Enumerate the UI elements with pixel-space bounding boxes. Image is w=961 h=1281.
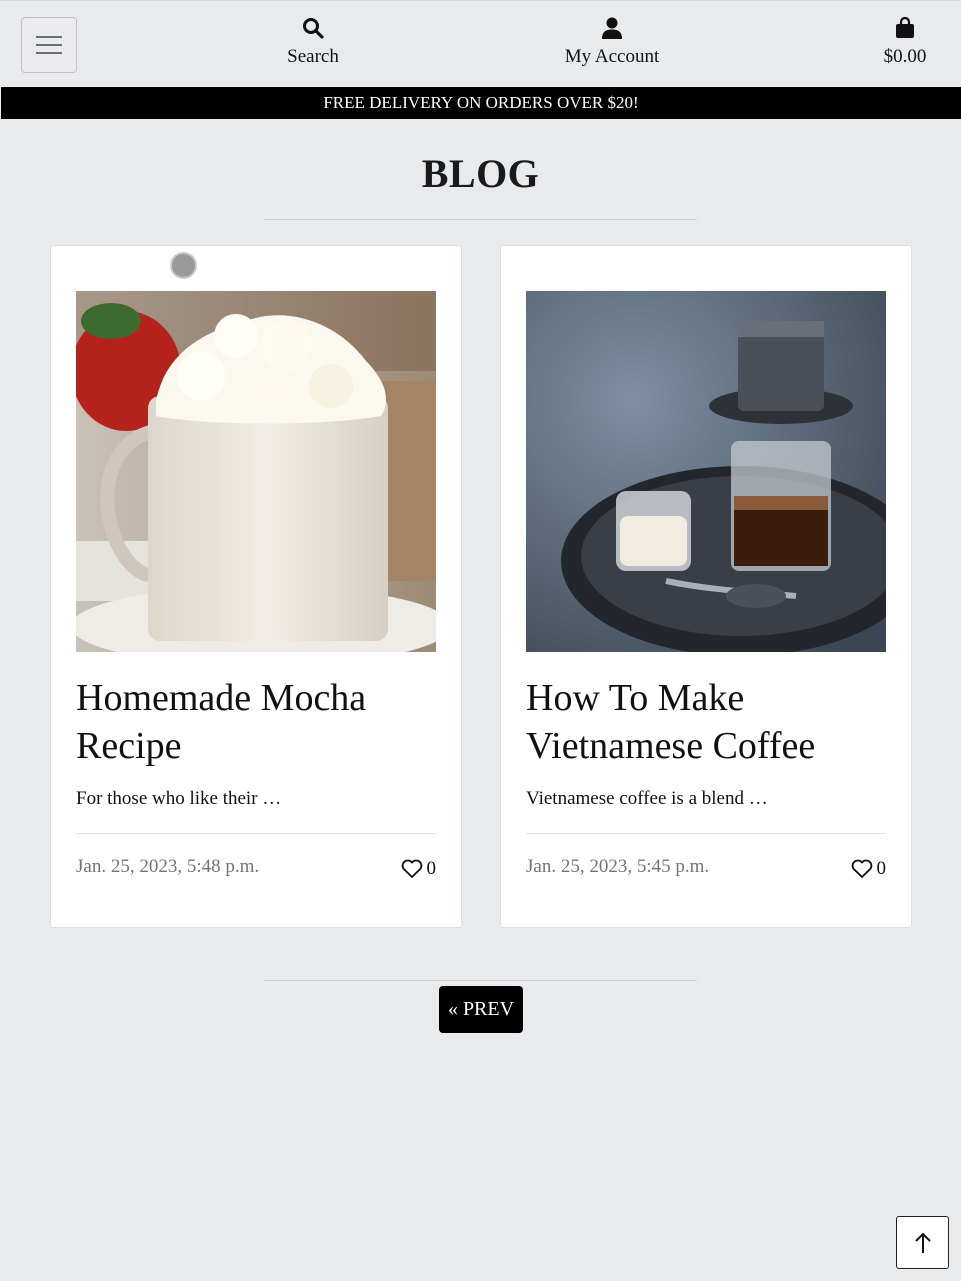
vietnamese-coffee-image[interactable] [526,291,886,652]
heart-icon [851,859,872,878]
prev-page-button[interactable]: « PREV [439,986,523,1033]
post-title[interactable]: Homemade Mocha Recipe [76,674,446,770]
title-divider [264,219,697,220]
back-to-top-button[interactable] [896,1216,949,1269]
search-label: Search [287,46,339,67]
card-divider [76,833,436,834]
pagination-divider [264,980,697,981]
search-icon [303,18,324,39]
mocha-image[interactable] [76,291,436,652]
cart-link[interactable]: $0.00 [876,16,934,67]
delivery-banner-text: FREE DELIVERY ON ORDERS OVER $20! [323,93,639,112]
heart-icon [401,859,422,878]
menu-toggle-button[interactable] [21,17,77,73]
post-excerpt: Vietnamese coffee is a blend … [526,788,768,809]
top-navbar: Search My Account $0.00 [0,0,961,87]
search-link[interactable]: Search [271,17,355,67]
post-date: Jan. 25, 2023, 5:48 p.m. [76,856,260,877]
shopping-bag-icon [896,16,914,38]
post-title[interactable]: How To Make Vietnamese Coffee [526,674,896,770]
like-count: 0 [426,858,437,879]
cursor-indicator [170,252,197,279]
page-title: BLOG [421,151,540,196]
hamburger-icon [36,36,62,54]
post-excerpt: For those who like their … [76,788,282,809]
user-icon [602,17,622,39]
my-account-link[interactable]: My Account [556,17,668,67]
post-date: Jan. 25, 2023, 5:45 p.m. [526,856,710,877]
cart-total: $0.00 [883,46,927,67]
card-divider [526,833,886,834]
blog-post-card[interactable]: How To Make Vietnamese Coffee Vietnamese… [500,245,912,928]
blog-post-card[interactable]: Homemade Mocha Recipe For those who like… [50,245,462,928]
like-button[interactable]: 0 [851,858,887,880]
like-button[interactable]: 0 [401,858,437,880]
like-count: 0 [876,858,887,879]
my-account-label: My Account [564,46,660,67]
arrow-up-icon [914,1232,931,1253]
delivery-banner: FREE DELIVERY ON ORDERS OVER $20! [1,87,961,119]
